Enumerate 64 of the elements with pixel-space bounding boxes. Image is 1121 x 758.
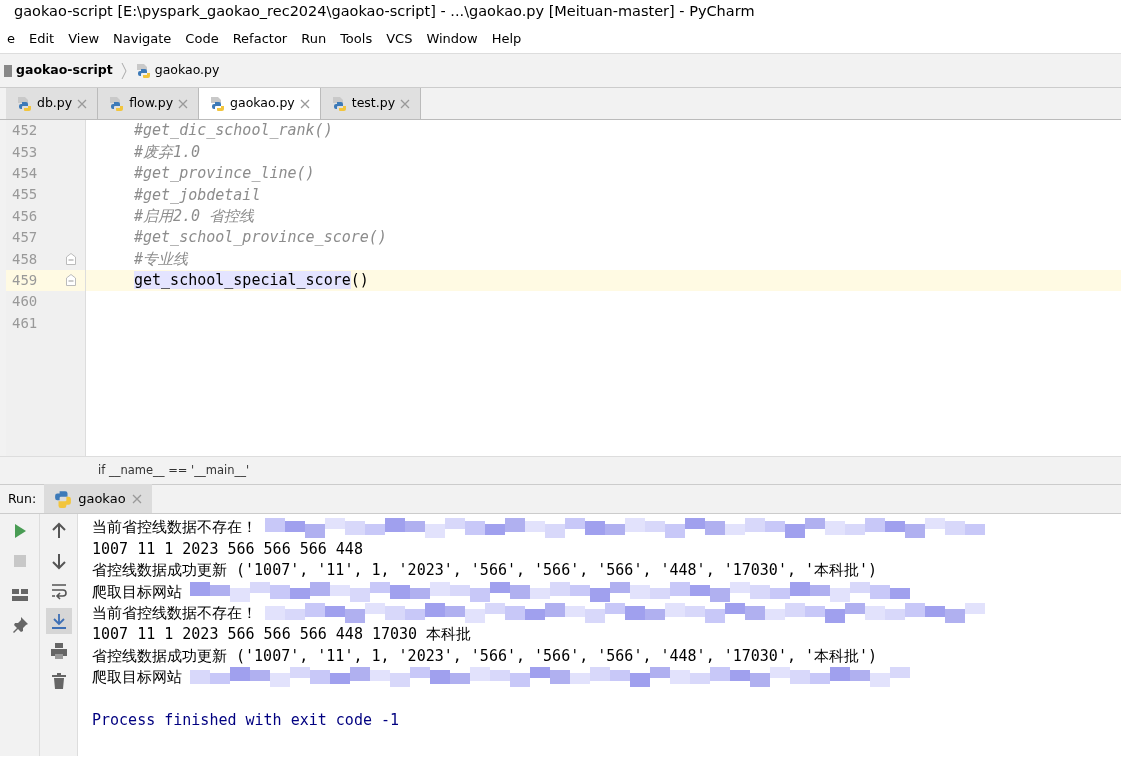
code-line: get_school_special_score() bbox=[134, 270, 369, 292]
console-line: 当前省控线数据不存在！ bbox=[92, 517, 257, 539]
menu-item[interactable]: VCS bbox=[379, 28, 420, 49]
run-label: Run: bbox=[8, 489, 37, 508]
line-number: 453 bbox=[12, 142, 39, 162]
console-line: 爬取目标网站 bbox=[92, 581, 182, 603]
soft-wrap-icon bbox=[49, 582, 68, 600]
menu-item[interactable]: e bbox=[0, 28, 22, 49]
fold-icon[interactable] bbox=[66, 253, 76, 266]
trash-icon bbox=[49, 672, 68, 690]
scroll-to-end-icon bbox=[49, 612, 68, 630]
run-tab[interactable]: gaokao bbox=[44, 484, 152, 513]
menu-item[interactable]: Navigate bbox=[106, 28, 179, 49]
menu-item[interactable]: Edit bbox=[22, 28, 62, 49]
menu-item[interactable]: Code bbox=[178, 28, 226, 49]
menu-item[interactable]: Refactor bbox=[225, 28, 295, 49]
console-line: 1007 11 1 2023 566 566 566 448 17030 本科批 bbox=[92, 624, 472, 646]
line-number: 457 bbox=[12, 228, 39, 248]
close-icon[interactable] bbox=[131, 493, 142, 504]
python-file-icon bbox=[16, 95, 32, 112]
console-line: 省控线数据成功更新 ('1007', '11', 1, '2023', '566', '566', '566', '448', '17030', '本科批') bbox=[92, 560, 878, 582]
line-number: 455 bbox=[12, 185, 39, 205]
python-file-icon bbox=[108, 95, 125, 112]
layout-icon bbox=[10, 586, 29, 604]
code-line: #get_jobdetail bbox=[134, 184, 261, 206]
breadcrumb-item[interactable]: gaokao.py bbox=[154, 61, 220, 80]
code-line: #废弃1.0 bbox=[134, 141, 201, 163]
menu-item[interactable]: Help bbox=[484, 28, 529, 49]
code-line: #get_school_province_score() bbox=[134, 227, 387, 249]
scroll-to-end-button[interactable] bbox=[45, 608, 72, 634]
python-file-icon bbox=[209, 95, 226, 112]
line-number: 458 bbox=[12, 249, 39, 269]
line-number: 454 bbox=[12, 163, 39, 183]
line-number: 459 bbox=[12, 270, 39, 290]
line-number: 461 bbox=[12, 313, 39, 333]
fold-icon[interactable] bbox=[66, 274, 76, 287]
code-line: #专业线 bbox=[134, 248, 189, 270]
console-line: 爬取目标网站 bbox=[92, 667, 182, 689]
menu-item[interactable]: Window bbox=[419, 28, 485, 49]
menu-item[interactable]: Run bbox=[294, 28, 334, 49]
code-line: #get_dic_school_rank() bbox=[134, 120, 333, 142]
code-line: #get_province_line() bbox=[134, 163, 315, 185]
console-line: 1007 11 1 2023 566 566 566 448 bbox=[92, 538, 363, 560]
menu-item[interactable]: Tools bbox=[333, 28, 380, 49]
context-breadcrumb[interactable]: if __name__ == '__main__' bbox=[98, 461, 250, 480]
console-line: Process finished with exit code -1 bbox=[92, 709, 400, 731]
breadcrumb-item[interactable]: gaokao-script bbox=[16, 61, 113, 80]
folder-icon bbox=[4, 63, 12, 78]
file-tab[interactable]: flow.py bbox=[98, 88, 200, 119]
line-number: 456 bbox=[12, 206, 39, 226]
python-icon bbox=[54, 489, 73, 508]
console-line: 省控线数据成功更新 ('1007', '11', 1, '2023', '566', '566', '566', '448', '17030', '本科批') bbox=[92, 645, 878, 667]
python-file-icon bbox=[330, 95, 347, 112]
line-number: 452 bbox=[12, 121, 39, 141]
console-line: 当前省控线数据不存在！ bbox=[92, 603, 257, 624]
file-tab[interactable]: gaokao.py bbox=[199, 88, 321, 119]
file-tab[interactable]: db.py bbox=[6, 88, 99, 119]
print-icon bbox=[49, 642, 68, 660]
code-line: #启用2.0 省控线 bbox=[134, 206, 255, 227]
menu-item[interactable]: View bbox=[61, 28, 107, 49]
python-file-icon bbox=[134, 62, 151, 79]
line-number: 460 bbox=[12, 292, 39, 312]
file-tab[interactable]: test.py bbox=[320, 88, 422, 119]
scroll-down-icon bbox=[49, 552, 68, 570]
